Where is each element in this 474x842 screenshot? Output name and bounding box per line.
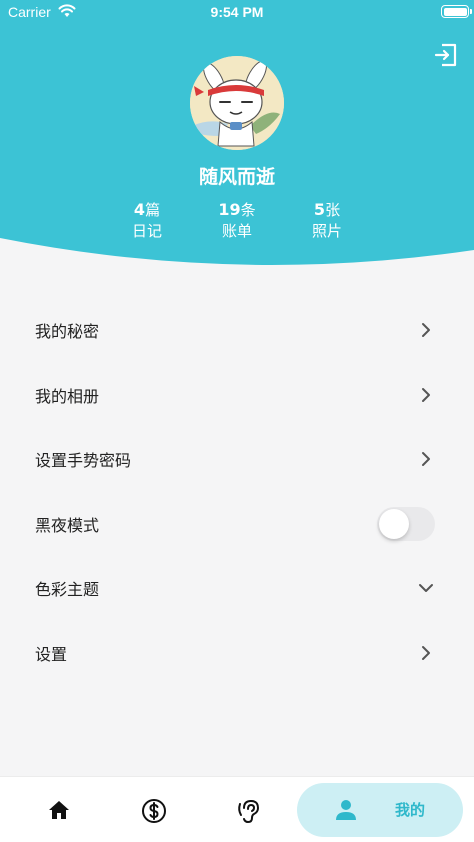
tab-bills[interactable] bbox=[114, 777, 194, 842]
logout-icon[interactable] bbox=[433, 42, 459, 68]
person-icon bbox=[336, 800, 356, 820]
stat-photos[interactable]: 5张 照片 bbox=[282, 200, 372, 242]
username: 随风而逝 bbox=[198, 166, 275, 188]
status-bar: Carrier 9:54 PM bbox=[0, 0, 474, 24]
menu-item-label: 我的秘密 bbox=[35, 322, 100, 342]
dark-mode-toggle[interactable] bbox=[377, 506, 435, 541]
tab-bar: 我的 bbox=[0, 776, 474, 842]
menu-item-label: 黑夜模式 bbox=[35, 515, 100, 535]
home-icon bbox=[49, 801, 69, 819]
menu-item-label: 色彩主题 bbox=[35, 580, 100, 600]
menu-item-color-theme[interactable]: 色彩主题 bbox=[0, 556, 474, 621]
stat-bills[interactable]: 19条 账单 bbox=[192, 200, 282, 242]
stat-diaries[interactable]: 4篇 日记 bbox=[102, 200, 192, 242]
chevron-down-icon bbox=[419, 584, 433, 593]
settings-menu: 我的秘密 我的相册 设置手势密码 黑夜模式 色彩主题 设置 bbox=[0, 298, 474, 685]
stat-bills-label: 账单 bbox=[221, 222, 252, 240]
menu-item-my-album[interactable]: 我的相册 bbox=[0, 363, 474, 428]
tab-listen[interactable] bbox=[209, 777, 289, 842]
tab-profile[interactable]: 我的 bbox=[297, 783, 463, 837]
chevron-right-icon bbox=[422, 452, 430, 467]
ear-icon bbox=[238, 799, 260, 824]
menu-item-dark-mode: 黑夜模式 bbox=[0, 492, 474, 557]
chevron-right-icon bbox=[422, 645, 430, 660]
stat-diaries-unit: 篇 bbox=[145, 201, 161, 219]
menu-item-label: 设置手势密码 bbox=[35, 451, 132, 471]
battery-icon bbox=[441, 5, 472, 18]
stat-bills-unit: 条 bbox=[240, 201, 256, 219]
stat-bills-value: 19 bbox=[218, 200, 241, 219]
menu-item-settings[interactable]: 设置 bbox=[0, 621, 474, 686]
menu-item-gesture-password[interactable]: 设置手势密码 bbox=[0, 427, 474, 492]
stat-photos-unit: 张 bbox=[325, 201, 341, 219]
menu-item-label: 我的相册 bbox=[35, 386, 100, 406]
profile-header: Carrier 9:54 PM 随风而逝 4篇 日记 19条 账单 5张 照片 bbox=[0, 0, 474, 280]
chevron-right-icon bbox=[422, 323, 430, 338]
stat-photos-value: 5 bbox=[313, 200, 326, 219]
menu-item-label: 设置 bbox=[35, 644, 68, 664]
menu-item-my-secrets[interactable]: 我的秘密 bbox=[0, 298, 474, 363]
tab-profile-label: 我的 bbox=[395, 801, 426, 819]
toggle-knob bbox=[379, 508, 409, 539]
avatar[interactable] bbox=[190, 56, 284, 150]
dollar-icon bbox=[142, 799, 166, 823]
tab-home[interactable] bbox=[19, 777, 99, 842]
chevron-right-icon bbox=[422, 387, 430, 402]
stat-photos-label: 照片 bbox=[311, 222, 342, 240]
stat-diaries-label: 日记 bbox=[131, 222, 162, 240]
cartoon-rabbit-avatar bbox=[190, 56, 284, 150]
stat-diaries-value: 4 bbox=[133, 200, 146, 219]
status-time: 9:54 PM bbox=[210, 4, 264, 20]
